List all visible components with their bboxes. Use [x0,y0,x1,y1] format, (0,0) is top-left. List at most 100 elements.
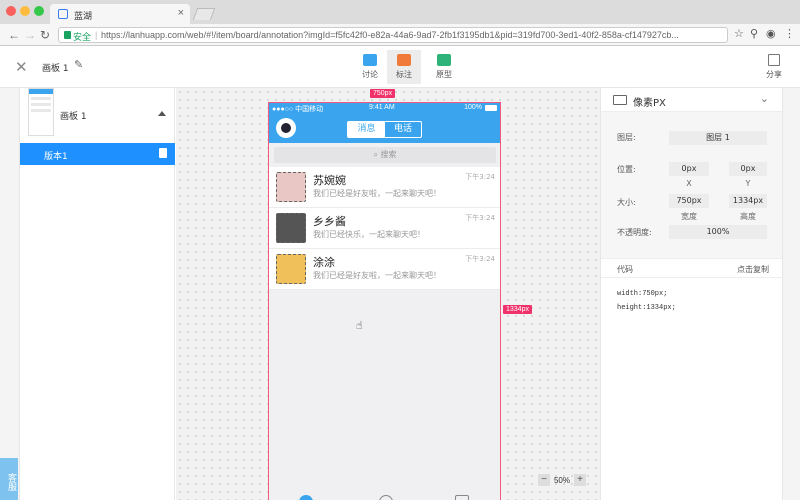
lanhu-favicon-icon [58,9,68,19]
list-item[interactable]: 涂涂 我们已经是好友啦，一起来聊天吧！ 下午3:24 [269,249,500,290]
avatar [276,213,306,243]
unit-selector[interactable]: 像素PX ⌄ [601,88,783,112]
board-thumbnail[interactable] [28,88,54,136]
width-value: 750px [669,194,709,208]
phone-nav-bar: 消息 电话 [269,113,500,143]
zoom-level: 50% [553,475,570,485]
tool-prototype[interactable]: 原型 [427,50,461,84]
code-label: 代码 [617,265,633,274]
customer-service-button[interactable]: 客服 [0,458,18,500]
right-scrollbar[interactable] [782,88,800,500]
size-label: 大小: [617,198,636,207]
battery-icon [485,105,497,111]
collapse-triangle-icon[interactable] [158,111,166,116]
phone-status-bar: ●●●○○ 中国移动 9:41 AM 100% [269,103,500,113]
list-item[interactable]: 苏婉婉 我们已经是好友啦，一起来聊天吧！ 下午3:24 [269,167,500,208]
menu-dots-icon[interactable]: ⋮ [784,28,795,40]
annotate-icon [397,54,411,66]
edit-icon[interactable]: ✎ [74,58,83,71]
share-button[interactable]: 分享 [766,52,782,80]
y-value: 0px [729,162,767,176]
board-label[interactable]: 画板 1 [60,109,87,122]
width-badge: 750px [370,89,396,98]
monitor-icon [613,95,627,105]
url-text: https://lanhuapp.com/web/#!/item/board/a… [101,30,679,40]
board-list-panel: 画板 1 版本1 [20,88,175,500]
message-preview: 我们已经快乐，一起来聊天吧！ [313,230,425,239]
tool-annotate[interactable]: 标注 [387,50,421,84]
window-minimize-button[interactable] [20,6,30,16]
discuss-icon [363,54,377,66]
copy-code-button[interactable]: 点击复制 [737,264,769,275]
list-item[interactable]: 乡乡酱 我们已经快乐，一起来聊天吧！ 下午3:24 [269,208,500,249]
tool-label: 原型 [436,70,452,79]
tab-contacts-icon[interactable] [379,495,393,500]
left-edge-strip [0,88,20,500]
back-arrow-icon[interactable]: ← [8,28,20,42]
reload-icon[interactable]: ↻ [40,28,50,42]
tool-discuss[interactable]: 讨论 [353,50,387,84]
board-name: 画板 1 [42,64,69,74]
share-label: 分享 [766,70,782,79]
extension-icon-2[interactable]: ◉ [766,28,776,40]
hand-cursor-icon: ☝ [356,320,363,332]
contact-name: 乡乡酱 [313,215,346,228]
user-avatar [276,118,296,138]
tab-title: 蓝湖 [74,12,93,22]
opacity-value: 100% [669,225,767,239]
trash-icon[interactable] [159,148,167,158]
address-bar: ← → ↻ 安全 | https://lanhuapp.com/web/#!/i… [0,24,800,46]
battery-label: 100% [464,104,482,111]
forward-arrow-icon[interactable]: → [24,28,36,42]
inspector-panel: 像素PX ⌄ 图层: 图层 1 位置: 0px 0px X Y 大小: 750p… [600,88,783,500]
bookmark-star-icon[interactable]: ☆ [734,28,744,40]
url-input[interactable]: 安全 | https://lanhuapp.com/web/#!/item/bo… [58,27,728,43]
code-line: width:750px; [617,290,668,298]
design-canvas[interactable]: 750px 1334px ●●●○○ 中国移动 9:41 AM 100% 消息 … [176,88,600,500]
height-badge: 1334px [503,305,532,314]
thumb-line [31,109,51,112]
browser-tab-bar: 蓝湖 × [0,0,800,24]
extension-icon[interactable]: ⚲ [750,28,758,40]
version-label: 版本1 [44,152,68,162]
window-close-button[interactable] [6,6,16,16]
zoom-in-button[interactable]: + [574,474,586,486]
message-time: 下午3:24 [465,214,495,222]
version-item[interactable]: 版本1 [20,143,175,165]
secure-label: 安全 [73,33,92,43]
message-preview: 我们已经是好友啦，一起来聊天吧！ [313,271,441,280]
height-value: 1334px [729,194,767,208]
window-maximize-button[interactable] [34,6,44,16]
avatar [276,172,306,202]
tab-star-icon[interactable] [455,495,469,500]
artboard-phone[interactable]: ●●●○○ 中国移动 9:41 AM 100% 消息 电话 ⌕ 搜索 苏婉婉 我… [268,102,501,500]
url-separator: | [95,30,98,40]
app-header: ✕ 画板 1 ✎ 讨论 标注 原型 分享 [0,46,800,88]
contact-name: 涂涂 [313,256,335,269]
phone-search-bar[interactable]: ⌕ 搜索 [274,147,496,163]
share-icon [768,54,780,66]
new-tab-button[interactable] [192,8,216,20]
x-value: 0px [669,162,709,176]
chevron-down-icon[interactable]: ⌄ [760,92,769,105]
code-block: width:750px; height:1334px; [601,278,783,358]
properties-section: 图层: 图层 1 位置: 0px 0px X Y 大小: 750px 1334p… [601,112,783,258]
segment-messages[interactable]: 消息 [348,122,385,137]
browser-tab[interactable]: 蓝湖 × [50,4,190,24]
y-sublabel: Y [745,179,751,188]
avatar [276,254,306,284]
zoom-out-button[interactable]: − [538,474,550,486]
contact-name: 苏婉婉 [313,174,346,187]
segment-calls[interactable]: 电话 [385,122,421,137]
thumb-header [29,89,53,94]
layer-value: 图层 1 [669,131,767,145]
code-header: 代码 点击复制 [601,258,783,278]
tab-chat-icon[interactable] [299,495,313,500]
close-icon[interactable]: ✕ [15,58,28,76]
opacity-label: 不透明度: [617,228,652,237]
tab-close-icon[interactable]: × [178,7,184,19]
height-sublabel: 高度 [740,212,756,221]
clock-label: 9:41 AM [369,104,395,111]
tool-label: 标注 [396,70,412,79]
message-time: 下午3:24 [465,255,495,263]
